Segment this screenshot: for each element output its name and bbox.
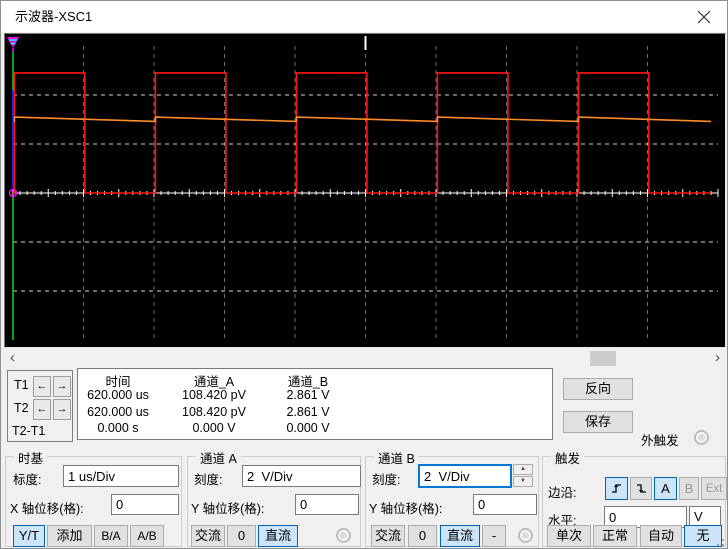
channel-b-zero-button[interactable]: 0 — [408, 525, 437, 547]
t2-label: T2 — [14, 401, 29, 415]
channel-a-ypos-input[interactable] — [295, 494, 359, 515]
channel-b-ypos-input[interactable] — [473, 494, 537, 515]
t2-right-button[interactable]: → — [53, 399, 71, 420]
scope-display — [4, 33, 726, 348]
measurement-readout: 时间 通道_A 通道_B 620.000 us 108.420 pV 2.861… — [77, 368, 553, 440]
channel-b-scale-label: 刻度: — [372, 473, 401, 487]
timebase-xpos-input[interactable] — [111, 494, 179, 515]
reverse-button[interactable]: 反向 — [563, 378, 633, 400]
t1-left-button[interactable]: ← — [33, 376, 51, 397]
resize-grip[interactable] — [714, 536, 724, 546]
channel-a-scale-input[interactable] — [242, 465, 361, 487]
channel-b-ypos-label: Y 轴位移(格): — [369, 502, 443, 516]
scroll-left-icon[interactable]: ‹ — [4, 350, 21, 367]
waveform-canvas — [7, 36, 719, 340]
timebase-xpos-label: X 轴位移(格): — [10, 502, 84, 516]
channel-b-connector-icon — [518, 528, 533, 543]
delta-channel-a-value: 0.000 V — [192, 421, 236, 435]
timebase-scale-input[interactable] — [63, 465, 179, 487]
channel-b-title: 通道 B — [374, 448, 419, 467]
t1-channel-b-value: 2.861 V — [286, 388, 330, 402]
channel-b-scale-input[interactable] — [418, 464, 512, 488]
add-mode-button[interactable]: 添加 — [47, 525, 92, 547]
channel-a-scale-label: 刻度: — [194, 473, 223, 487]
trigger-source-b-button[interactable]: B — [679, 477, 699, 500]
trigger-source-ext-button[interactable]: Ext — [701, 477, 727, 500]
trigger-single-button[interactable]: 单次 — [547, 525, 591, 547]
close-button[interactable] — [687, 1, 721, 32]
t1-right-button[interactable]: → — [53, 376, 71, 397]
title-bar: 示波器-XSC1 — [1, 1, 727, 32]
channel-b-minus-button[interactable]: - — [482, 525, 506, 547]
timebase-title: 时基 — [14, 448, 48, 467]
channel-a-ypos-label: Y 轴位移(格): — [191, 502, 265, 516]
trigger-falling-edge-button[interactable] — [630, 477, 652, 500]
t2-t1-label: T2-T1 — [12, 424, 46, 438]
trigger-rising-edge-button[interactable] — [605, 477, 628, 500]
timebase-group: 时基 标度: X 轴位移(格): Y/T 添加 B/A A/B — [5, 448, 182, 547]
cursor-control-box: T1 ← → T2 ← → T2-T1 — [7, 370, 73, 442]
t2-time-value: 620.000 us — [87, 405, 149, 419]
horizontal-scrollbar[interactable]: ‹ › — [2, 350, 727, 367]
channel-a-title: 通道 A — [196, 448, 241, 467]
ext-trigger-connector-icon — [694, 430, 709, 445]
delta-time-value: 0.000 s — [97, 421, 139, 435]
t1-time-value: 620.000 us — [87, 388, 149, 402]
scroll-right-icon[interactable]: › — [709, 350, 726, 367]
rising-edge-icon — [612, 484, 621, 493]
t2-channel-a-value: 108.420 pV — [182, 405, 246, 419]
channel-b-group: 通道 B 刻度: ▲ ▼ Y 轴位移(格): 交流 0 直流 - — [365, 448, 539, 547]
spinner-down-icon[interactable]: ▼ — [513, 476, 533, 487]
trigger-auto-button[interactable]: 自动 — [640, 525, 682, 547]
window-title: 示波器-XSC1 — [15, 9, 93, 24]
t2-channel-b-value: 2.861 V — [286, 405, 330, 419]
channel-a-zero-button[interactable]: 0 — [227, 525, 256, 547]
channel-b-ac-button[interactable]: 交流 — [371, 525, 405, 547]
ba-mode-button[interactable]: B/A — [94, 525, 128, 547]
trigger-edge-label: 边沿: — [548, 486, 577, 500]
channel-a-ac-button[interactable]: 交流 — [191, 525, 225, 547]
t2-left-button[interactable]: ← — [33, 399, 51, 420]
close-icon — [697, 10, 711, 23]
trigger-title: 触发 — [551, 448, 585, 467]
timebase-scale-label: 标度: — [13, 473, 42, 487]
scrollbar-thumb[interactable] — [590, 351, 616, 366]
ext-trigger-label: 外触发 — [641, 434, 679, 448]
yt-mode-button[interactable]: Y/T — [13, 525, 45, 547]
trigger-group: 触发 边沿: A B Ext 水平: V 单次 正常 自动 无 — [542, 448, 727, 547]
ab-mode-button[interactable]: A/B — [130, 525, 164, 547]
t1-label: T1 — [14, 378, 29, 392]
trigger-source-a-button[interactable]: A — [654, 477, 677, 500]
channel-a-group: 通道 A 刻度: Y 轴位移(格): 交流 0 直流 — [187, 448, 361, 547]
t1-channel-a-value: 108.420 pV — [182, 388, 246, 402]
delta-channel-b-value: 0.000 V — [286, 421, 330, 435]
trigger-normal-button[interactable]: 正常 — [593, 525, 637, 547]
oscilloscope-window: 示波器-XSC1 ‹ › T1 ← → T2 ← → T2-T1 时间 通道_A… — [0, 0, 728, 549]
channel-a-connector-icon — [336, 528, 351, 543]
channel-a-dc-button[interactable]: 直流 — [258, 525, 298, 547]
save-button[interactable]: 保存 — [563, 411, 633, 433]
channel-b-dc-button[interactable]: 直流 — [440, 525, 480, 547]
spinner-up-icon[interactable]: ▲ — [513, 464, 533, 475]
falling-edge-icon — [636, 484, 646, 493]
